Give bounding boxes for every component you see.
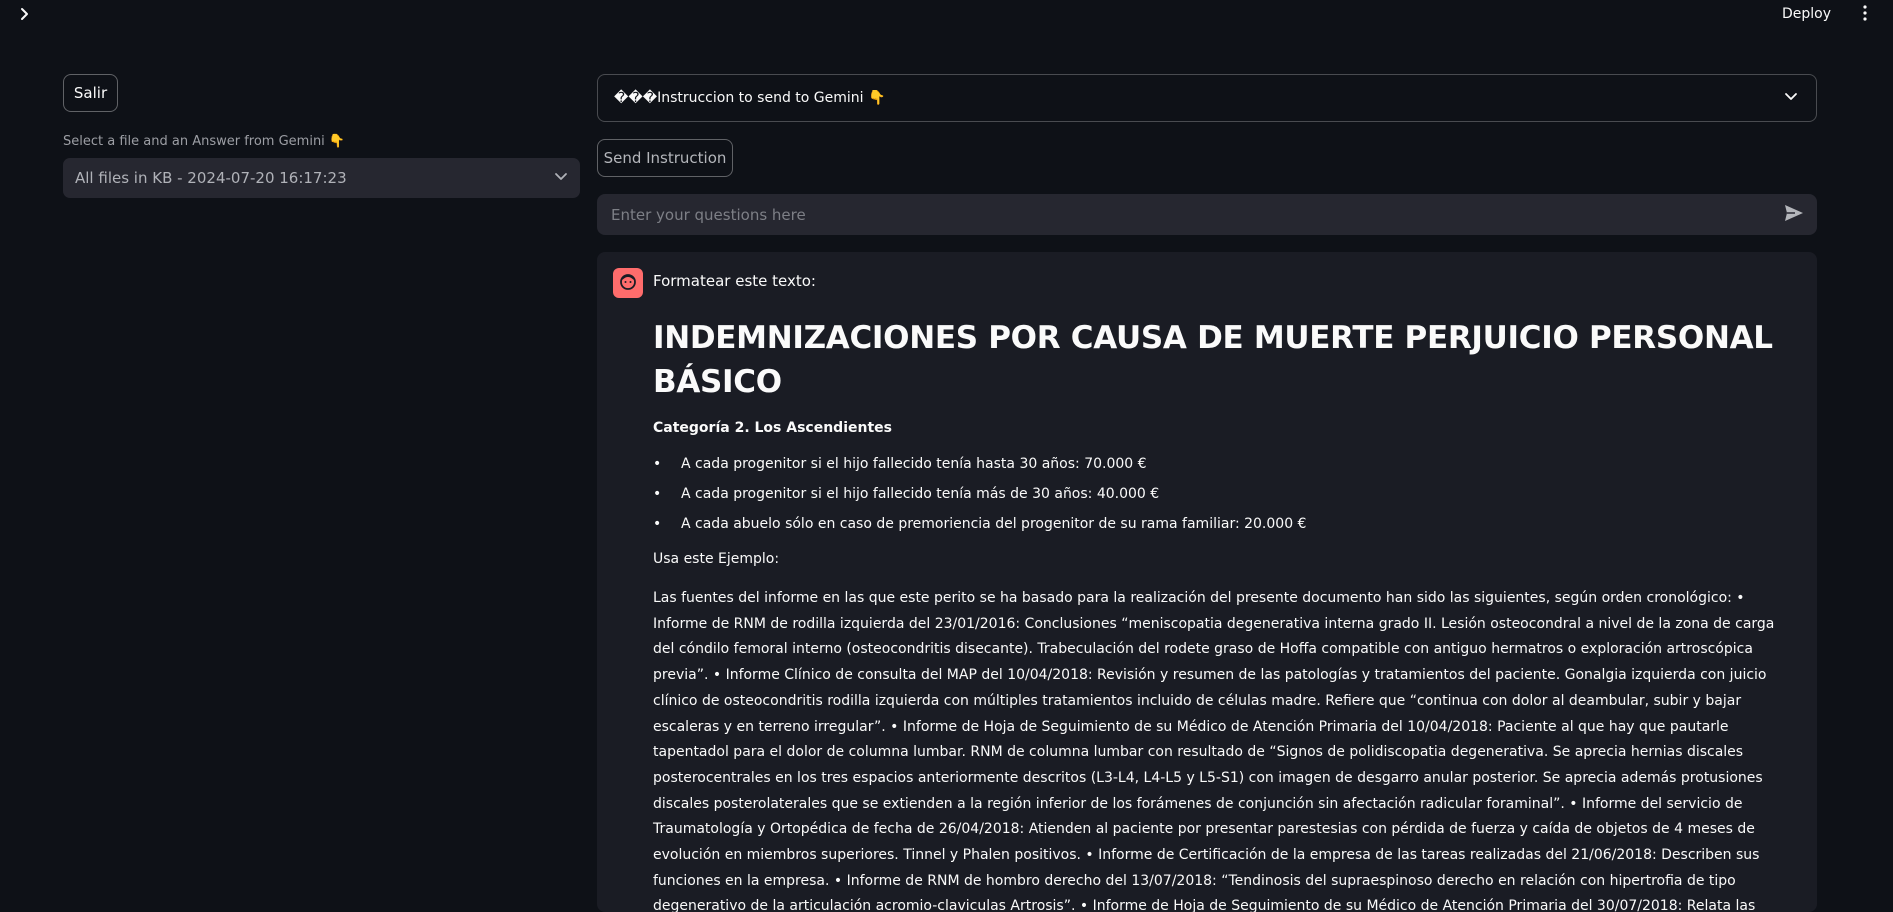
bullet-list: A cada progenitor si el hijo fallecido t… bbox=[653, 452, 1793, 536]
file-select-value: All files in KB - 2024-07-20 16:17:23 bbox=[75, 169, 347, 187]
chevron-right-icon bbox=[18, 6, 32, 25]
send-message-button[interactable] bbox=[1783, 204, 1805, 226]
instruction-expander-label: ���Instruccion to send to Gemini 👇 bbox=[614, 90, 886, 106]
main-menu-button[interactable] bbox=[1858, 4, 1872, 26]
send-instruction-button[interactable]: Send Instruction bbox=[597, 139, 733, 177]
chevron-down-icon bbox=[554, 169, 568, 187]
user-face-icon bbox=[618, 271, 638, 295]
message-intro: Formatear este texto: bbox=[653, 272, 816, 290]
chevron-down-icon bbox=[1784, 89, 1798, 107]
file-select-label: Select a file and an Answer from Gemini … bbox=[63, 134, 346, 149]
example-label: Usa este Ejemplo: bbox=[653, 551, 780, 567]
message-body: Las fuentes del informe en las que este … bbox=[653, 590, 1775, 912]
message-heading: INDEMNIZACIONES POR CAUSA DE MUERTE PERJ… bbox=[653, 320, 1773, 400]
file-select[interactable]: All files in KB - 2024-07-20 16:17:23 bbox=[63, 158, 580, 198]
more-vertical-icon bbox=[1863, 5, 1867, 25]
message-subheading: Categoría 2. Los Ascendientes bbox=[653, 420, 892, 436]
list-item: A cada abuelo sólo en caso de premorienc… bbox=[653, 512, 1793, 536]
list-item: A cada progenitor si el hijo fallecido t… bbox=[653, 452, 1793, 476]
list-item: A cada progenitor si el hijo fallecido t… bbox=[653, 482, 1793, 506]
salir-button[interactable]: Salir bbox=[63, 74, 118, 112]
send-icon bbox=[1784, 204, 1804, 226]
expand-sidebar-button[interactable] bbox=[14, 4, 36, 26]
chat-message: Formatear este texto: INDEMNIZACIONES PO… bbox=[597, 252, 1817, 912]
instruction-expander[interactable]: ���Instruccion to send to Gemini 👇 bbox=[597, 74, 1817, 122]
message-content: Formatear este texto: INDEMNIZACIONES PO… bbox=[653, 268, 1793, 912]
chat-input[interactable] bbox=[609, 204, 1783, 225]
avatar bbox=[613, 268, 643, 298]
chat-input-container bbox=[597, 194, 1817, 235]
deploy-button[interactable]: Deploy bbox=[1782, 6, 1831, 22]
top-bar: Deploy bbox=[0, 0, 1893, 30]
